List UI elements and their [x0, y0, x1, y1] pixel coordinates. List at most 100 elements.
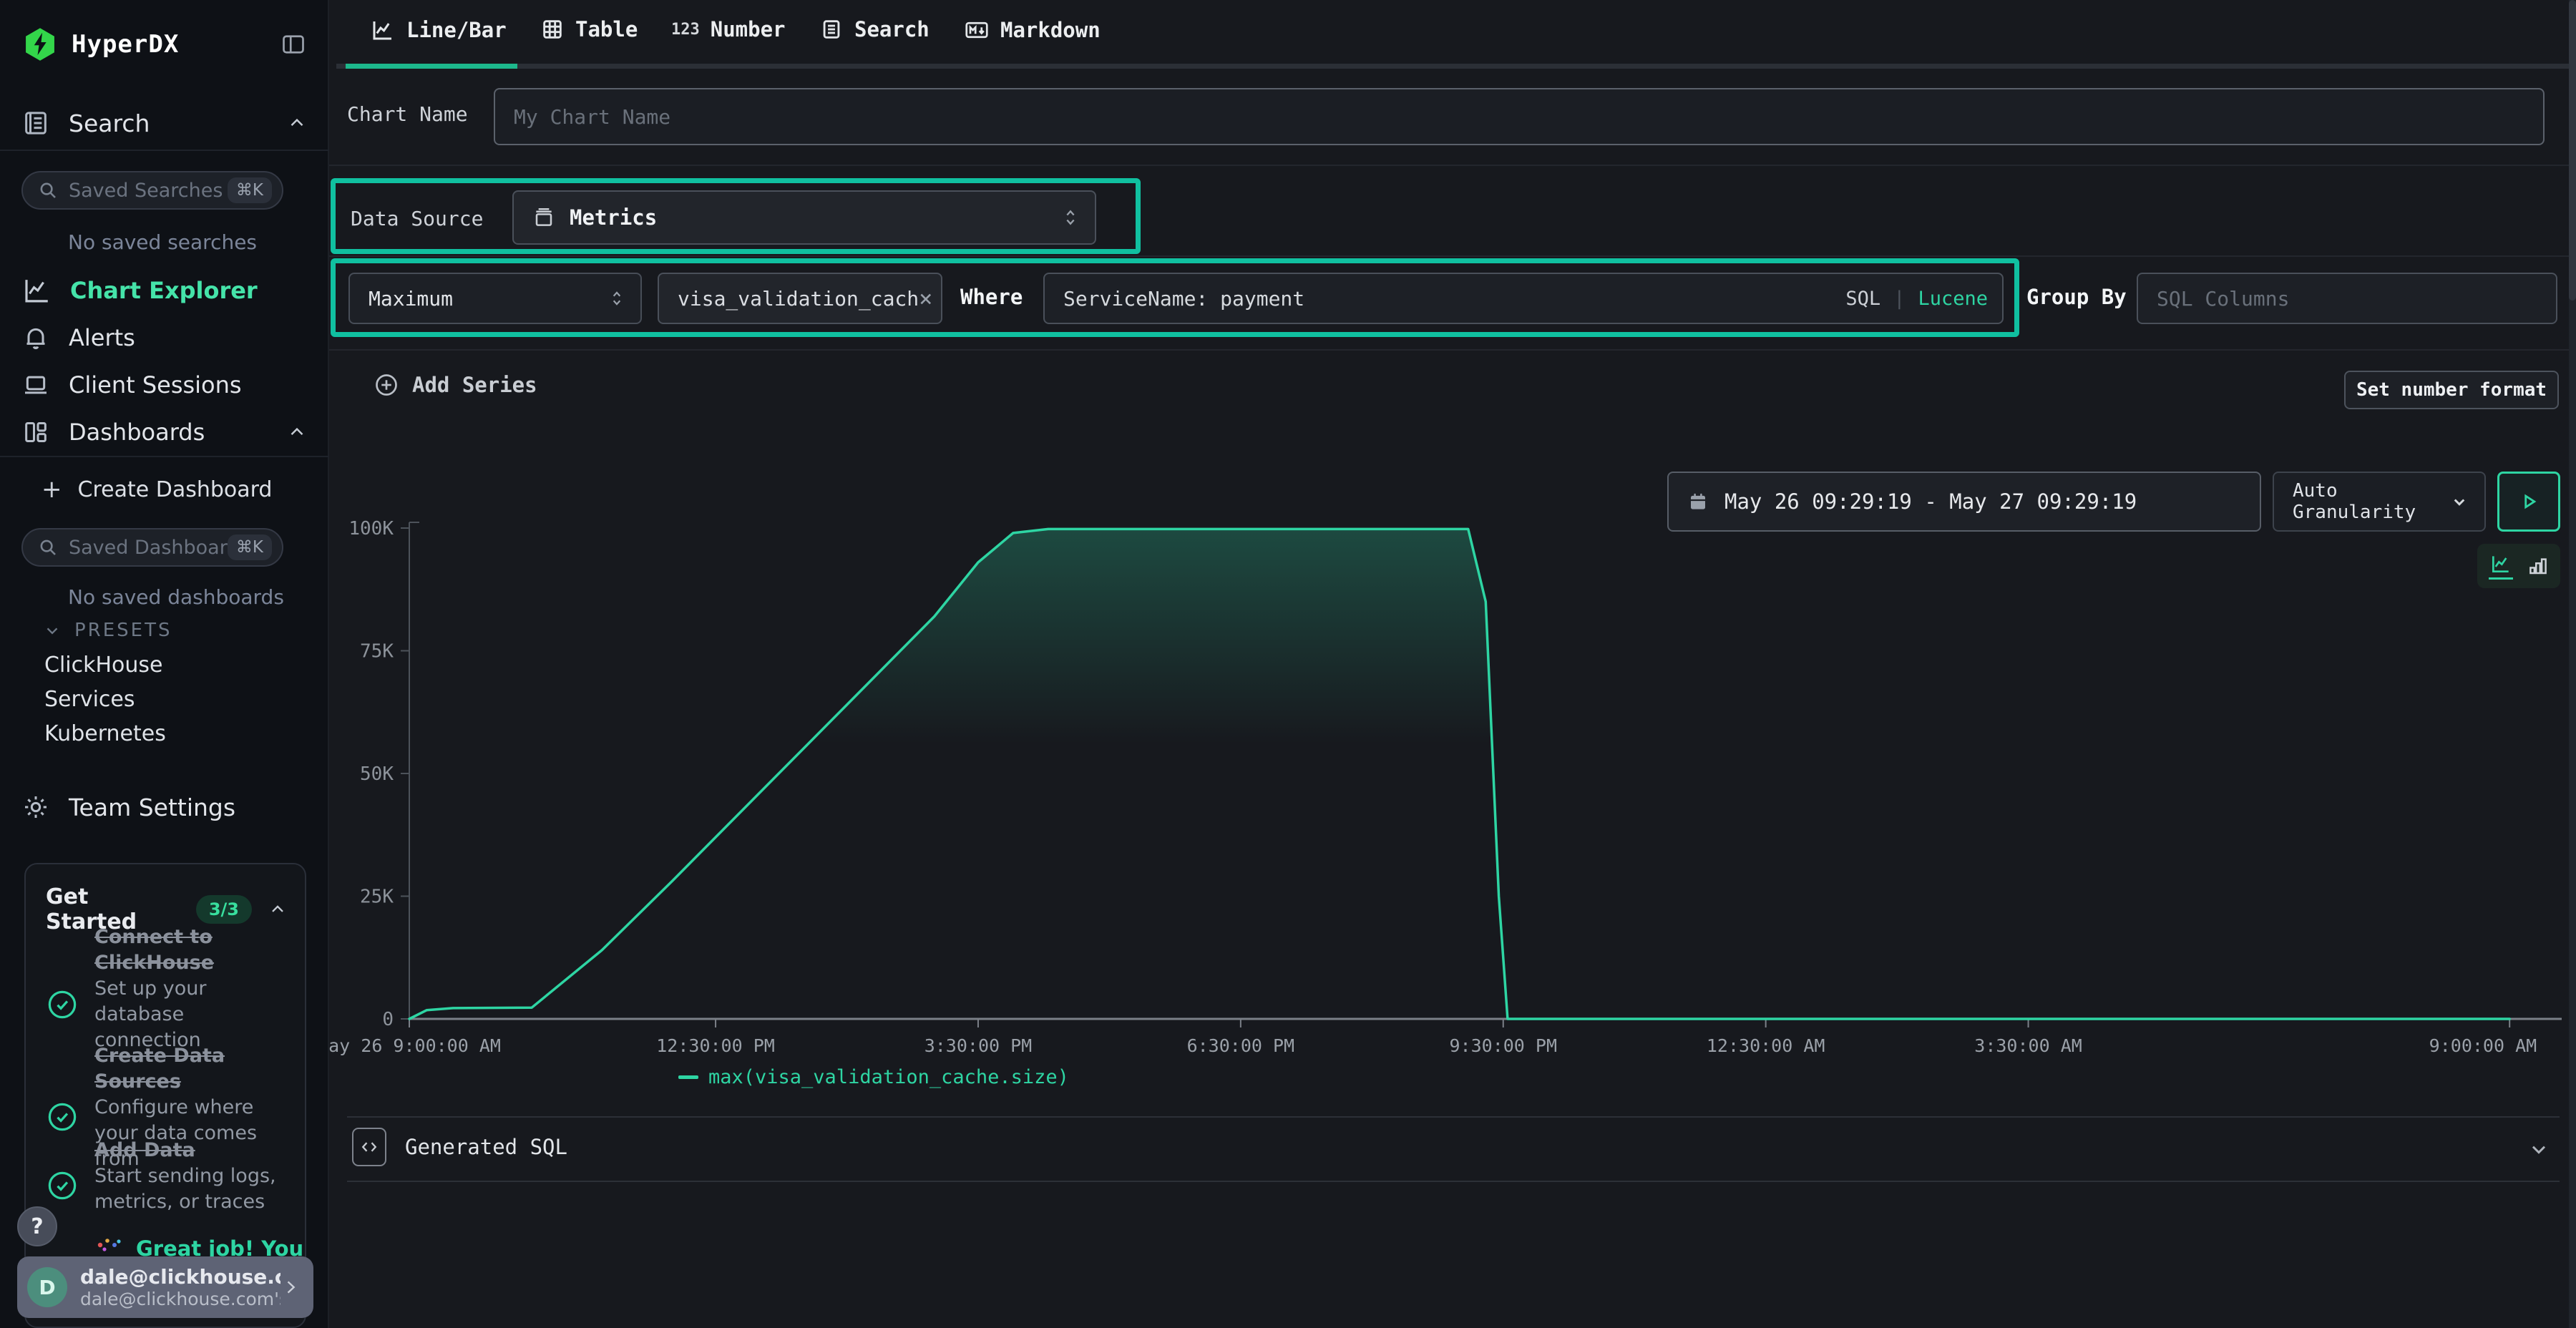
- saved-dashboards-field[interactable]: [69, 537, 228, 559]
- no-saved-searches-text: No saved searches: [68, 230, 257, 254]
- tab-number[interactable]: 123 Number: [671, 17, 786, 42]
- aggregation-select[interactable]: Maximum: [348, 273, 642, 324]
- mode-separator: |: [1893, 288, 1905, 310]
- number-123-icon: 123: [671, 21, 700, 39]
- chart-line-icon: [21, 275, 52, 306]
- tab-active-indicator: [346, 64, 517, 69]
- sidebar-item-client-sessions[interactable]: Client Sessions: [21, 365, 242, 405]
- sidebar-item-team-settings[interactable]: Team Settings: [21, 787, 235, 827]
- avatar: D: [27, 1267, 67, 1307]
- checklist-item-add-data[interactable]: Add Data Start sending logs, metrics, or…: [46, 1138, 289, 1215]
- alerts-label: Alerts: [69, 324, 135, 351]
- tab-table[interactable]: Table: [540, 17, 638, 42]
- divider: [329, 165, 2576, 166]
- user-menu[interactable]: D dale@clickhouse.com dale@clickhouse.co…: [17, 1256, 313, 1318]
- preset-clickhouse[interactable]: ClickHouse: [44, 653, 163, 678]
- gear-icon: [21, 793, 50, 821]
- search-section-label: Search: [69, 109, 150, 137]
- preset-kubernetes[interactable]: Kubernetes: [44, 721, 166, 746]
- dashboards-icon: [21, 418, 50, 446]
- scrollbar-thumb[interactable]: [2569, 0, 2576, 301]
- plus-circle-icon: [374, 372, 399, 398]
- where-label: Where: [960, 285, 1023, 309]
- sidebar-item-dashboards[interactable]: Dashboards: [21, 412, 308, 452]
- user-email: dale@clickhouse.com: [80, 1265, 280, 1289]
- checklist-item-title: Add Data: [94, 1139, 195, 1161]
- preset-services[interactable]: Services: [44, 687, 135, 712]
- where-input[interactable]: ServiceName: payment SQL | Lucene: [1043, 273, 2004, 324]
- laptop-icon: [21, 371, 50, 399]
- aggregation-value: Maximum: [369, 287, 453, 311]
- where-value: ServiceName: payment: [1063, 287, 1304, 311]
- svg-text:9:00:00 AM: 9:00:00 AM: [2429, 1035, 2537, 1056]
- dashboards-label: Dashboards: [69, 419, 205, 446]
- checklist-item-connect[interactable]: Connect to ClickHouse Set up your databa…: [46, 924, 289, 1053]
- data-source-select[interactable]: Metrics: [512, 190, 1096, 245]
- code-icon: [352, 1128, 386, 1166]
- tab-markdown[interactable]: Markdown: [964, 17, 1101, 43]
- collapse-sidebar-icon[interactable]: [279, 31, 308, 57]
- document-list-icon: [819, 17, 844, 42]
- svg-text:100K: 100K: [348, 518, 394, 540]
- search-icon: [37, 180, 59, 201]
- saved-searches-input[interactable]: ⌘K: [21, 171, 283, 210]
- add-series-button[interactable]: Add Series: [374, 372, 537, 398]
- cmd-k-kbd: ⌘K: [228, 534, 272, 560]
- search-icon: [37, 537, 59, 558]
- checklist-item-desc: Set up your database connection: [94, 977, 206, 1051]
- metrics-archive-icon: [532, 206, 555, 229]
- chevron-up-icon: [286, 421, 308, 443]
- svg-text:50K: 50K: [360, 763, 394, 785]
- sidebar-section-search[interactable]: Search: [21, 109, 308, 137]
- set-number-format-button[interactable]: Set number format: [2344, 371, 2559, 409]
- checklist-item-desc: Start sending logs, metrics, or traces: [94, 1165, 276, 1213]
- timeseries-chart[interactable]: 025K50K75K100KMay 26 9:00:00 AM12:30:00 …: [329, 501, 2576, 1073]
- svg-text:75K: 75K: [360, 641, 394, 663]
- svg-text:3:30:00 PM: 3:30:00 PM: [924, 1035, 1033, 1056]
- metric-tag[interactable]: visa_validation_cach ×: [658, 273, 942, 324]
- presets-header[interactable]: PRESETS: [43, 620, 172, 641]
- remove-metric-icon[interactable]: ×: [919, 287, 932, 310]
- markdown-icon: [964, 17, 990, 43]
- check-circle-icon: [46, 1156, 79, 1215]
- checklist-item-title: Create Data Sources: [94, 1045, 225, 1093]
- saved-searches-field[interactable]: [69, 180, 228, 202]
- metric-tag-label: visa_validation_cach: [678, 287, 919, 311]
- brand-name: HyperDX: [72, 30, 179, 59]
- generated-sql-toggle[interactable]: Generated SQL: [352, 1128, 567, 1166]
- search-section-icon: [21, 109, 50, 137]
- chart-legend[interactable]: max(visa_validation_cache.size): [678, 1066, 1069, 1088]
- sidebar-item-alerts[interactable]: Alerts: [21, 318, 135, 358]
- svg-text:0: 0: [382, 1009, 394, 1030]
- select-chevrons-icon: [1060, 206, 1080, 229]
- help-button[interactable]: ?: [17, 1206, 57, 1246]
- create-dashboard-button[interactable]: + Create Dashboard: [42, 472, 272, 507]
- select-chevrons-icon: [608, 288, 626, 309]
- tab-line-bar[interactable]: Line/Bar: [370, 17, 507, 43]
- logo-row: HyperDX: [21, 26, 179, 63]
- svg-text:9:30:00 PM: 9:30:00 PM: [1449, 1035, 1557, 1056]
- lucene-mode-toggle[interactable]: Lucene: [1918, 288, 1988, 310]
- tab-search[interactable]: Search: [819, 17, 930, 42]
- sql-mode-toggle[interactable]: SQL: [1845, 288, 1880, 310]
- divider: [329, 349, 2576, 351]
- svg-text:6:30:00 PM: 6:30:00 PM: [1187, 1035, 1295, 1056]
- chevron-right-icon: [280, 1277, 301, 1297]
- sidebar-divider: [0, 150, 329, 151]
- sidebar-item-chart-explorer[interactable]: Chart Explorer: [21, 270, 258, 311]
- checklist-item-title: Connect to ClickHouse: [94, 926, 214, 974]
- svg-text:12:30:00 PM: 12:30:00 PM: [656, 1035, 775, 1056]
- svg-text:3:30:00 AM: 3:30:00 AM: [1974, 1035, 2082, 1056]
- chevron-down-icon[interactable]: [2527, 1138, 2550, 1161]
- chart-explorer-label: Chart Explorer: [70, 277, 258, 304]
- chevron-up-icon: [268, 899, 288, 919]
- chart-name-input[interactable]: [494, 88, 2545, 145]
- group-by-label: Group By: [2026, 285, 2127, 309]
- group-by-input[interactable]: [2137, 273, 2557, 324]
- sidebar: HyperDX Search ⌘K No saved searches: [0, 0, 329, 1328]
- app-root: HyperDX Search ⌘K No saved searches: [0, 0, 2576, 1328]
- data-source-value: Metrics: [570, 205, 657, 230]
- saved-dashboards-input[interactable]: ⌘K: [21, 528, 283, 567]
- divider: [329, 255, 2576, 257]
- cmd-k-kbd: ⌘K: [228, 177, 272, 203]
